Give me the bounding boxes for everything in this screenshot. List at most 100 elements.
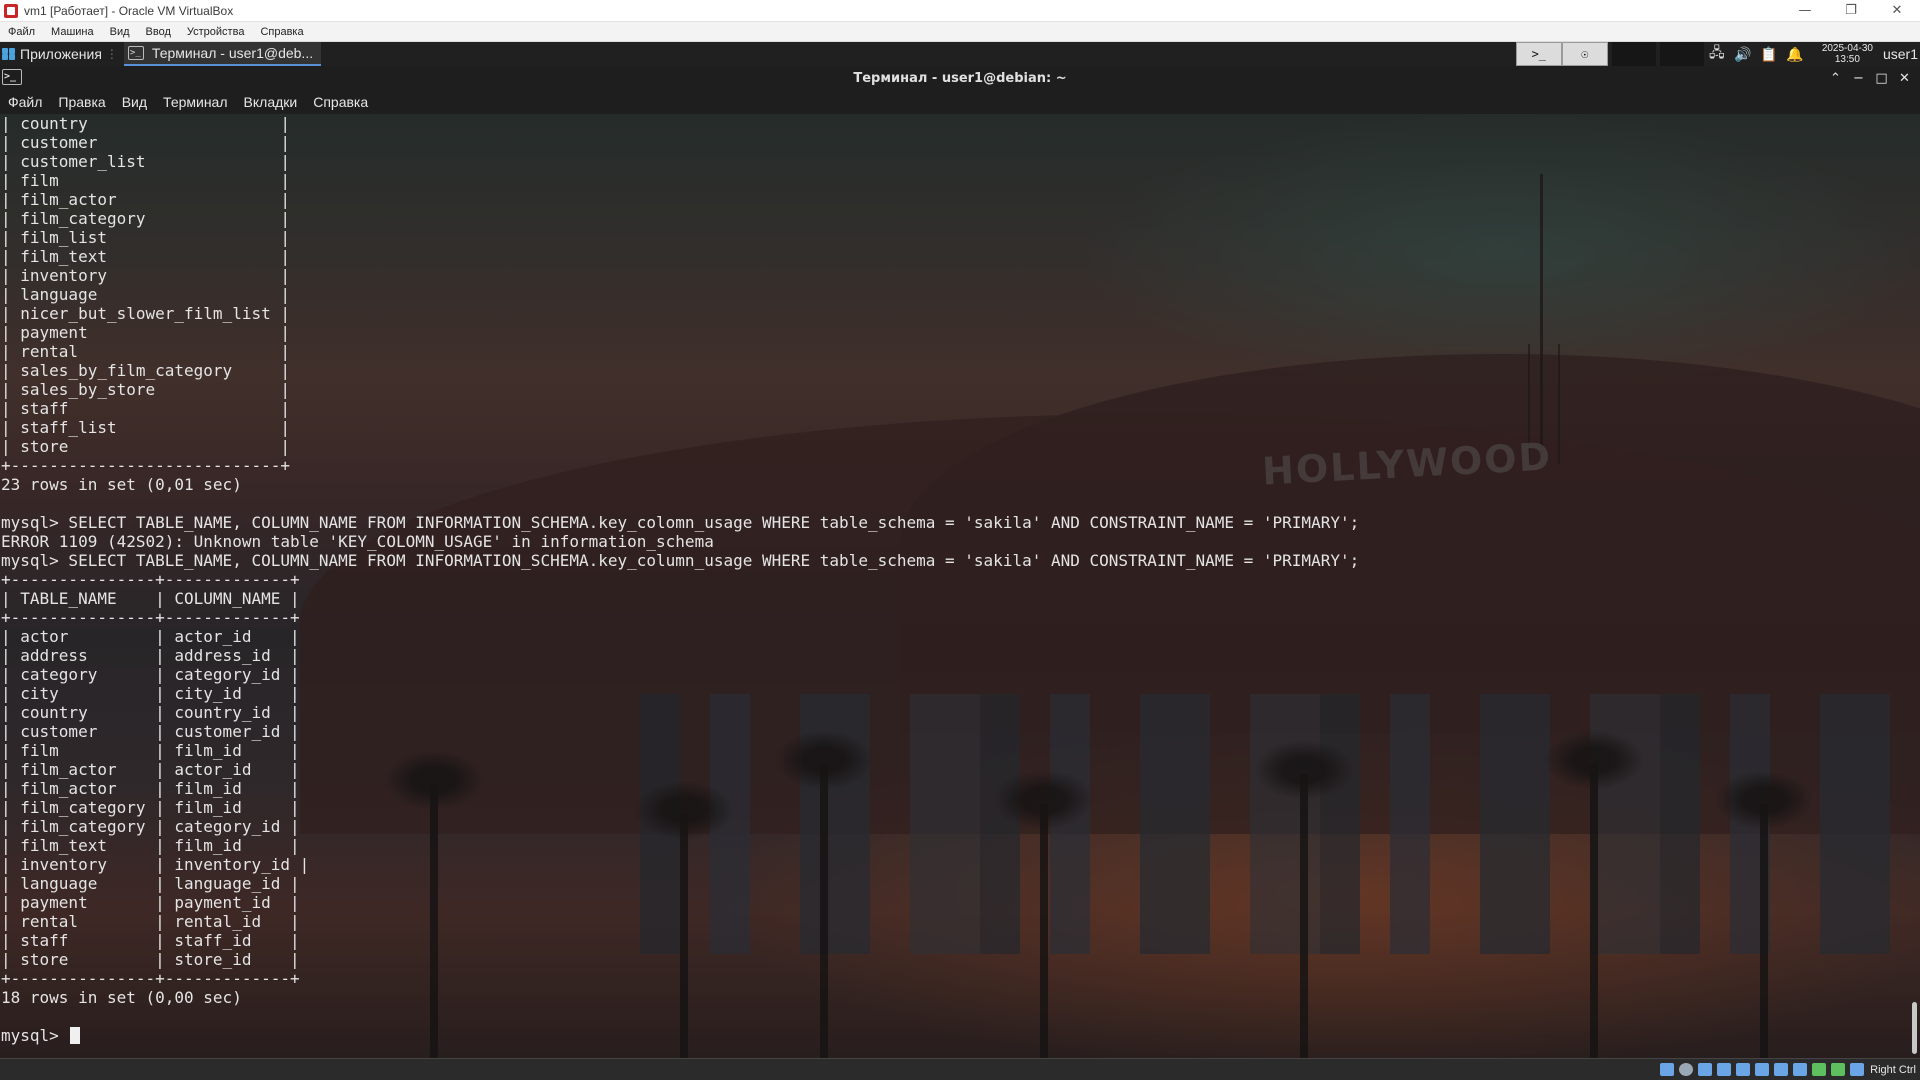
virtualbox-icon	[4, 3, 18, 18]
panel-user-menu[interactable]: user1	[1883, 46, 1918, 62]
taskbar-item-label: Терминал - user1@deb...	[151, 45, 314, 61]
browser-launcher-button[interactable]: ☉	[1561, 42, 1608, 66]
terminal-line: | inventory | inventory_id |	[1, 855, 310, 874]
terminal-line: | film_text | film_id |	[1, 836, 300, 855]
terminal-scrollbar[interactable]	[1912, 1002, 1917, 1054]
vbox-menu-help[interactable]: Справка	[252, 26, 311, 38]
terminal-line: | film_actor | actor_id |	[1, 760, 300, 779]
terminal-titlebar[interactable]: >_ Терминал - user1@debian: ~ ⌃ − □ ✕	[0, 66, 1920, 90]
terminal-line: | film_category |	[1, 209, 290, 228]
vbox-statusbar: Right Ctrl	[0, 1058, 1920, 1080]
terminal-line: | sales_by_film_category |	[1, 361, 290, 380]
terminal-line: | customer |	[1, 133, 290, 152]
terminal-line: +---------------+-------------+	[1, 969, 300, 988]
terminal-line: | film_category | category_id |	[1, 817, 300, 836]
terminal-menu-tabs[interactable]: Вкладки	[236, 94, 306, 110]
terminal-prompt-line[interactable]: mysql>	[1, 1026, 1359, 1045]
terminal-line: | customer | customer_id |	[1, 722, 300, 741]
panel-clock[interactable]: 2025-04-30 13:50	[1822, 43, 1873, 65]
terminal-menubar: Файл Правка Вид Терминал Вкладки Справка	[0, 90, 1920, 114]
globe-icon: ☉	[1581, 47, 1589, 61]
minimize-icon[interactable]: —	[1782, 0, 1828, 22]
terminal-line: | language |	[1, 285, 290, 304]
terminal-line: | address | address_id |	[1, 646, 300, 665]
terminal-line: 23 rows in set (0,01 sec)	[1, 475, 242, 494]
host-key-label: Right Ctrl	[1870, 1063, 1916, 1076]
vbox-menubar: Файл Машина Вид Ввод Устройства Справка	[0, 22, 1920, 42]
terminal-line: +---------------+-------------+	[1, 608, 300, 627]
terminal-line: | film_actor | film_id |	[1, 779, 300, 798]
terminal-output-area[interactable]: HOLLYWOOD | country | | customer | | custo…	[0, 114, 1920, 1064]
terminal-lines: | country | | customer | | customer_list |…	[1, 114, 1359, 1026]
terminal-line: | film_list |	[1, 228, 290, 247]
clipboard-icon[interactable]: 📋	[1756, 46, 1782, 63]
terminal-line: | film_text |	[1, 247, 290, 266]
vbox-menu-file[interactable]: Файл	[0, 26, 43, 38]
terminal-window-controls: ⌃ − □ ✕	[1824, 66, 1916, 90]
network-adapter-icon[interactable]	[1717, 1063, 1732, 1076]
terminal-line: | film |	[1, 171, 290, 190]
terminal-line: | category | category_id |	[1, 665, 300, 684]
panel-workspace-area	[1611, 42, 1656, 66]
volume-icon[interactable]: 🔊	[1730, 46, 1756, 63]
terminal-line: | payment | payment_id |	[1, 893, 300, 912]
applications-label: Приложения	[20, 46, 102, 62]
close-icon[interactable]: ✕	[1893, 71, 1916, 86]
vbox-menu-input[interactable]: Ввод	[138, 26, 179, 38]
cpu-activity-icon[interactable]	[1812, 1063, 1827, 1076]
audio-icon[interactable]	[1698, 1063, 1713, 1076]
clock-date: 2025-04-30	[1821, 43, 1873, 54]
usb-icon[interactable]	[1736, 1063, 1751, 1076]
terminal-line: | customer_list |	[1, 152, 290, 171]
network-icon[interactable]: 🖧	[1704, 42, 1730, 66]
terminal-menu-file[interactable]: Файл	[0, 94, 50, 110]
clock-time: 13:50	[1834, 54, 1860, 65]
applications-menu-button[interactable]: Приложения	[0, 42, 102, 66]
vbox-status-icons: Right Ctrl	[1655, 1059, 1916, 1080]
terminal-menu-view[interactable]: Вид	[114, 94, 155, 110]
maximize-icon[interactable]: □	[1870, 71, 1893, 86]
vbox-menu-machine[interactable]: Машина	[43, 26, 102, 38]
terminal-line: ERROR 1109 (42S02): Unknown table 'KEY_C…	[1, 532, 714, 551]
terminal-icon: >_	[127, 46, 144, 60]
terminal-line: | staff_list |	[1, 418, 290, 437]
close-icon[interactable]: ✕	[1874, 0, 1920, 22]
recording-icon[interactable]	[1793, 1063, 1808, 1076]
terminal-line: | staff |	[1, 399, 290, 418]
terminal-line: +---------------+-------------+	[1, 570, 300, 589]
terminal-line: | country |	[1, 114, 290, 133]
terminal-line: | store | store_id |	[1, 950, 300, 969]
terminal-line: | TABLE_NAME | COLUMN_NAME |	[1, 589, 300, 608]
hard-disk-icon[interactable]	[1660, 1063, 1675, 1076]
taskbar-item-terminal[interactable]: >_ Терминал - user1@deb...	[123, 42, 322, 66]
optical-drive-icon[interactable]	[1679, 1063, 1694, 1076]
applications-icon	[2, 47, 16, 61]
terminal-menu-help[interactable]: Справка	[305, 94, 376, 110]
terminal-line: | payment |	[1, 323, 290, 342]
guest-panel: Приложения ⋮ >_ Терминал - user1@deb... …	[0, 42, 1920, 66]
terminal-line: | actor | actor_id |	[1, 627, 300, 646]
terminal-window-icon[interactable]: >_	[2, 69, 22, 85]
terminal-line: mysql> SELECT TABLE_NAME, COLUMN_NAME FR…	[1, 513, 1360, 532]
terminal-text: | country | | customer | | customer_list |…	[1, 114, 1359, 1045]
mouse-integration-icon[interactable]	[1850, 1063, 1865, 1076]
terminal-launcher-button[interactable]: >_	[1515, 42, 1562, 66]
terminal-menu-edit[interactable]: Правка	[50, 94, 113, 110]
guest-additions-icon[interactable]	[1831, 1063, 1846, 1076]
display-icon[interactable]	[1774, 1063, 1789, 1076]
shade-icon[interactable]: ⌃	[1824, 71, 1847, 86]
terminal-menu-terminal[interactable]: Терминал	[155, 94, 235, 110]
terminal-line: +----------------------------+	[1, 456, 290, 475]
terminal-launcher-icon: >_	[1531, 47, 1547, 61]
restore-icon[interactable]: ❐	[1828, 0, 1874, 22]
notification-bell-icon[interactable]: 🔔	[1782, 46, 1808, 63]
minimize-icon[interactable]: −	[1847, 71, 1870, 86]
terminal-line: | rental | rental_id |	[1, 912, 300, 931]
terminal-line: | city | city_id |	[1, 684, 300, 703]
panel-separator: ⋮	[105, 47, 118, 61]
shared-folders-icon[interactable]	[1755, 1063, 1770, 1076]
terminal-line: | film | film_id |	[1, 741, 300, 760]
vbox-menu-view[interactable]: Вид	[102, 26, 138, 38]
vbox-menu-devices[interactable]: Устройства	[179, 26, 253, 38]
